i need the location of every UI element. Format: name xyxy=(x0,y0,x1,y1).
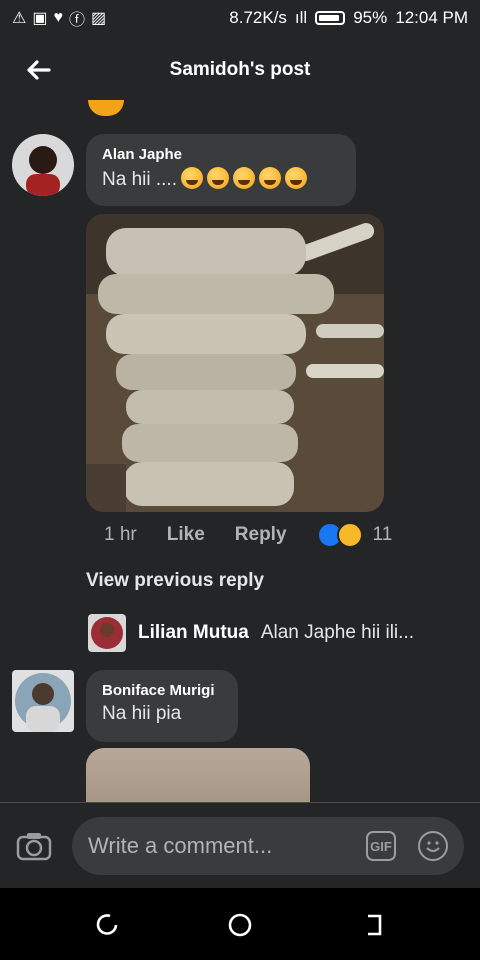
system-nav-bar xyxy=(0,888,480,960)
tears-of-joy-emoji-icon xyxy=(284,167,307,189)
status-icons-right: 8.72K/s ıll 95% 12:04 PM xyxy=(229,8,468,28)
comment-text: Na hii .... xyxy=(102,167,340,191)
reply-snippet: Alan Japhe hii ili... xyxy=(260,622,414,643)
facebook-icon: ⓕ xyxy=(68,12,85,29)
comment-author[interactable]: Boniface Murigi xyxy=(102,682,222,699)
emoji-icon xyxy=(426,841,440,852)
avatar[interactable] xyxy=(12,670,74,732)
page-title: Samidoh's post xyxy=(169,59,311,80)
comment-composer: Write a comment... GIF xyxy=(0,803,480,888)
comment-input[interactable]: Write a comment... GIF xyxy=(72,817,464,875)
comment-time: 1 hr xyxy=(104,524,137,545)
recent-apps-icon[interactable] xyxy=(94,912,120,938)
news-icon: ▣ xyxy=(32,10,48,27)
sweat-smile-emoji-icon xyxy=(232,167,255,189)
battery-percent: 95% xyxy=(353,8,388,27)
reply-preview[interactable]: Lilian Mutua Alan Japhe hii ili... xyxy=(88,614,414,652)
reactions[interactable] xyxy=(316,522,363,548)
camera-icon xyxy=(16,833,52,861)
sweat-smile-emoji-icon xyxy=(206,167,229,189)
sweat-smile-emoji-icon xyxy=(258,167,281,189)
clock: 12:04 PM xyxy=(395,8,468,27)
back-arrow-icon xyxy=(27,60,51,80)
avatar[interactable] xyxy=(88,614,126,652)
comment-input-placeholder: Write a comment... xyxy=(88,833,273,858)
network-speed: 8.72K/s xyxy=(229,8,287,27)
comment-author[interactable]: Alan Japhe xyxy=(102,146,340,163)
comment-bubble[interactable]: Alan Japhe Na hii .... xyxy=(86,134,356,206)
comment-photo[interactable] xyxy=(86,214,384,512)
emoji-button[interactable] xyxy=(418,831,448,861)
status-bar: ⚠ ▣ ♥ ⓕ ▨ 8.72K/s ıll 95% 12:04 PM xyxy=(0,0,480,36)
haha-reaction-icon xyxy=(336,522,363,548)
gif-button[interactable]: GIF xyxy=(366,831,396,861)
back-button[interactable] xyxy=(20,52,56,88)
signal-icon: ıll xyxy=(294,8,308,27)
comments-list[interactable]: Alan Japhe Na hii .... 1 hr Like Reply 1… xyxy=(0,100,480,802)
camera-button[interactable] xyxy=(14,827,54,867)
twitter-icon: ♥ xyxy=(53,9,63,26)
reaction-count: 11 xyxy=(372,524,393,545)
avatar[interactable] xyxy=(12,134,74,196)
view-previous-reply-link[interactable]: View previous reply xyxy=(86,570,264,592)
comment-photo[interactable] xyxy=(86,748,310,802)
comment-bubble[interactable]: Boniface Murigi Na hii pia xyxy=(86,670,238,742)
comment-text: Na hii pia xyxy=(102,703,182,724)
reply-button[interactable]: Reply xyxy=(235,524,287,546)
comment-actions: 1 hr Like Reply 11 xyxy=(104,522,392,548)
partial-emoji xyxy=(88,100,124,116)
sweat-smile-emoji-icon xyxy=(180,167,203,189)
warning-icon: ⚠ xyxy=(12,10,27,27)
reply-author[interactable]: Lilian Mutua xyxy=(138,622,249,644)
app-bar: Samidoh's post xyxy=(0,40,480,100)
home-icon[interactable] xyxy=(227,912,253,938)
status-icons-left: ⚠ ▣ ♥ ⓕ ▨ xyxy=(12,6,106,30)
like-button[interactable]: Like xyxy=(167,524,205,546)
back-icon[interactable] xyxy=(360,912,386,938)
image-icon: ▨ xyxy=(90,10,107,27)
battery-icon xyxy=(315,11,346,25)
